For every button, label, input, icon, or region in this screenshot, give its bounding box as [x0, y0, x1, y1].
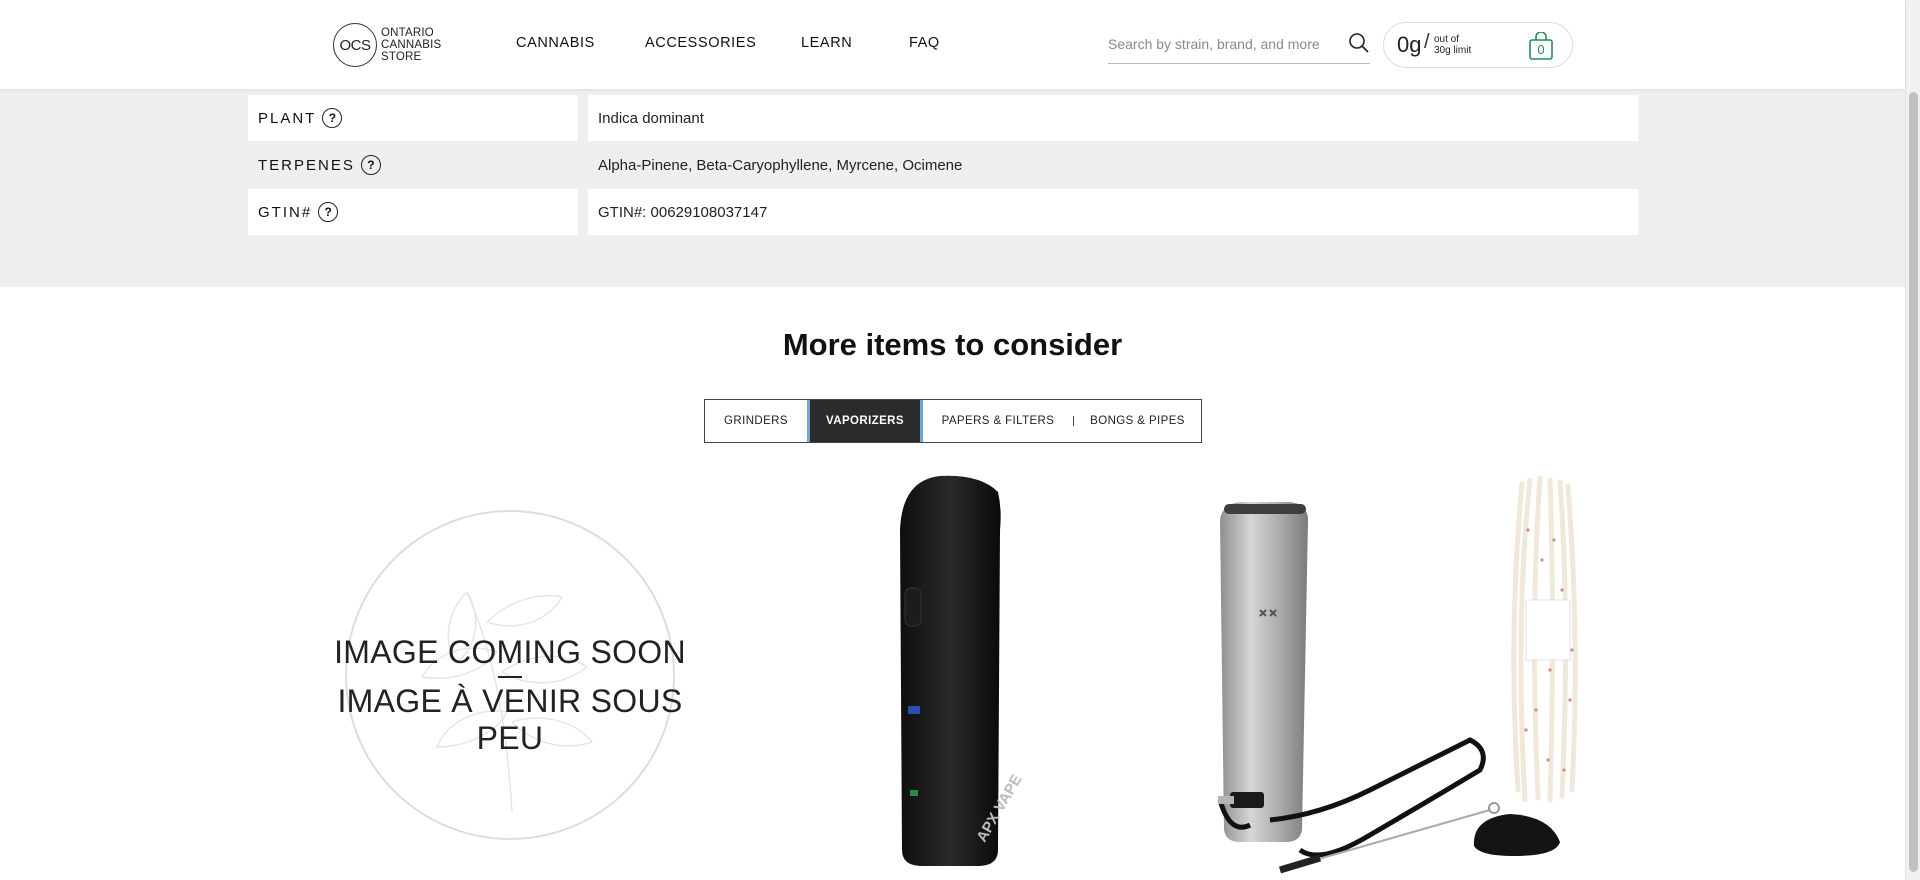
ocs-logo[interactable]: OCS ONTARIO CANNABIS STORE [333, 22, 455, 68]
logo-line-1: ONTARIO [381, 27, 434, 39]
search-box [1108, 30, 1370, 64]
help-icon[interactable]: ? [322, 108, 343, 128]
spec-label-text: TERPENES [258, 156, 355, 174]
spec-row-plant: PLANT? Indica dominant [248, 95, 1638, 141]
tab-grinders[interactable]: GRINDERS [705, 400, 807, 442]
limit-text-line-1: out of [1434, 34, 1460, 45]
placeholder-divider [498, 676, 522, 678]
nav-learn[interactable]: LEARN [801, 35, 852, 51]
purchase-limit[interactable]: 0g / out of 30g limit 0 [1383, 22, 1573, 68]
placeholder-text-en: IMAGE COMING SOON [334, 634, 686, 670]
spec-value: Indica dominant [588, 95, 1638, 141]
limit-text-line-2: 30g limit [1434, 45, 1472, 56]
product-image-apx-vaporizer[interactable]: APX VAPE [880, 470, 1025, 875]
product-image-pax-kit[interactable] [1210, 470, 1590, 880]
product-specs: PLANT? Indica dominant TERPENES? Alpha-P… [0, 89, 1905, 287]
logo-words: ONTARIO CANNABIS STORE [381, 27, 441, 63]
limit-slash: / [1424, 31, 1430, 53]
spec-label-text: GTIN# [258, 203, 313, 221]
spec-row-gtin: GTIN#? GTIN#: 00629108037147 [248, 189, 1638, 235]
placeholder-text-fr: IMAGE À VENIR SOUS PEU [337, 683, 683, 756]
site-header: OCS ONTARIO CANNABIS STORE CANNABIS ACCE… [0, 0, 1905, 89]
search-icon[interactable] [1348, 32, 1370, 54]
spec-label-text: PLANT [258, 109, 317, 127]
tab-papers-filters[interactable]: PAPERS & FILTERS [923, 400, 1073, 442]
cart-icon[interactable]: 0 [1528, 31, 1554, 60]
category-tabs: GRINDERS VAPORIZERS PAPERS & FILTERS BON… [704, 399, 1202, 443]
nav-accessories[interactable]: ACCESSORIES [645, 35, 756, 51]
spec-label: GTIN#? [248, 189, 578, 235]
logo-mark: OCS [333, 23, 377, 67]
logo-line-3: STORE [381, 51, 422, 63]
nav-cannabis[interactable]: CANNABIS [516, 35, 595, 51]
logo-line-2: CANNABIS [381, 39, 442, 51]
limit-text: out of 30g limit [1434, 34, 1471, 56]
scrollbar-thumb[interactable] [1909, 92, 1918, 872]
help-icon[interactable]: ? [360, 155, 381, 175]
limit-amount: 0g [1397, 32, 1422, 57]
more-items-heading: More items to consider [782, 327, 1123, 362]
nav-faq[interactable]: FAQ [909, 35, 940, 51]
cart-count: 0 [1537, 42, 1545, 57]
spec-label: PLANT? [248, 95, 578, 141]
spec-row-terpenes: TERPENES? Alpha-Pinene, Beta-Caryophylle… [248, 142, 1638, 188]
spec-value: Alpha-Pinene, Beta-Caryophyllene, Myrcen… [598, 156, 963, 174]
search-input[interactable] [1108, 30, 1328, 58]
tab-bongs-pipes[interactable]: BONGS & PIPES [1074, 400, 1201, 442]
tab-vaporizers[interactable]: VAPORIZERS [807, 400, 923, 442]
help-icon[interactable]: ? [318, 202, 339, 222]
spec-label: TERPENES? [248, 142, 578, 188]
placeholder-image[interactable] [345, 510, 675, 840]
spec-value: GTIN#: 00629108037147 [588, 189, 1638, 235]
page-scrollbar[interactable] [1905, 0, 1920, 880]
